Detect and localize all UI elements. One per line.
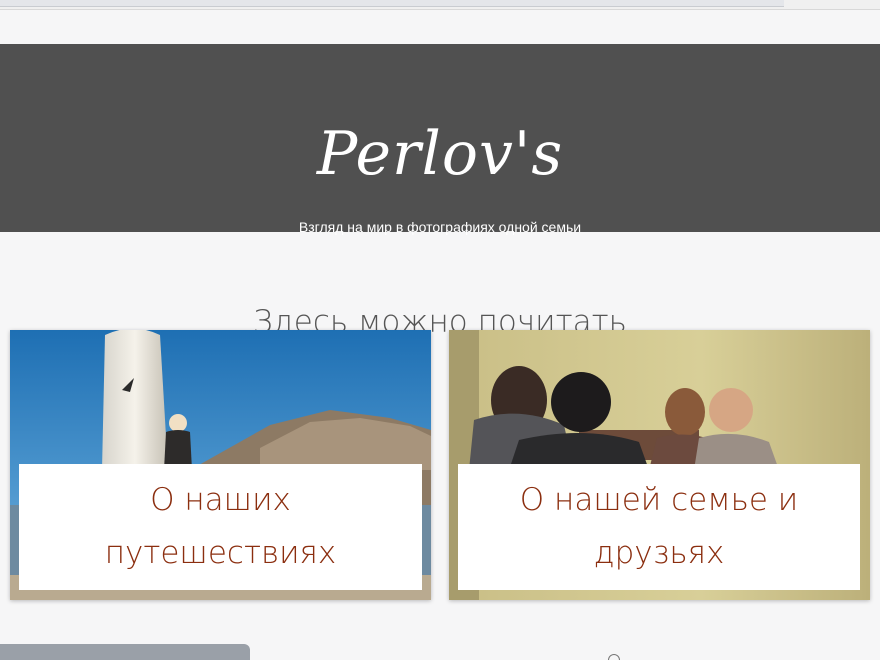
site-logo[interactable]: Perlov's (0, 114, 880, 194)
travel-card[interactable]: О наших путешествиях (10, 330, 431, 600)
site-tagline: Взгляд на мир в фотографиях одной семьи (298, 219, 582, 235)
bottom-partial-card[interactable] (0, 644, 250, 660)
family-card[interactable]: О нашей семье и друзьях (449, 330, 870, 600)
partial-text-fragment (598, 644, 628, 660)
site-header: Perlov's Взгляд на мир в фотографиях одн… (0, 44, 880, 235)
browser-tab-edge (0, 0, 784, 7)
travel-card-label: О наших путешествиях (19, 464, 422, 590)
family-card-label: О нашей семье и друзьях (458, 464, 860, 590)
browser-top-strip (0, 0, 880, 10)
page: Perlov's Взгляд на мир в фотографиях одн… (0, 0, 880, 660)
